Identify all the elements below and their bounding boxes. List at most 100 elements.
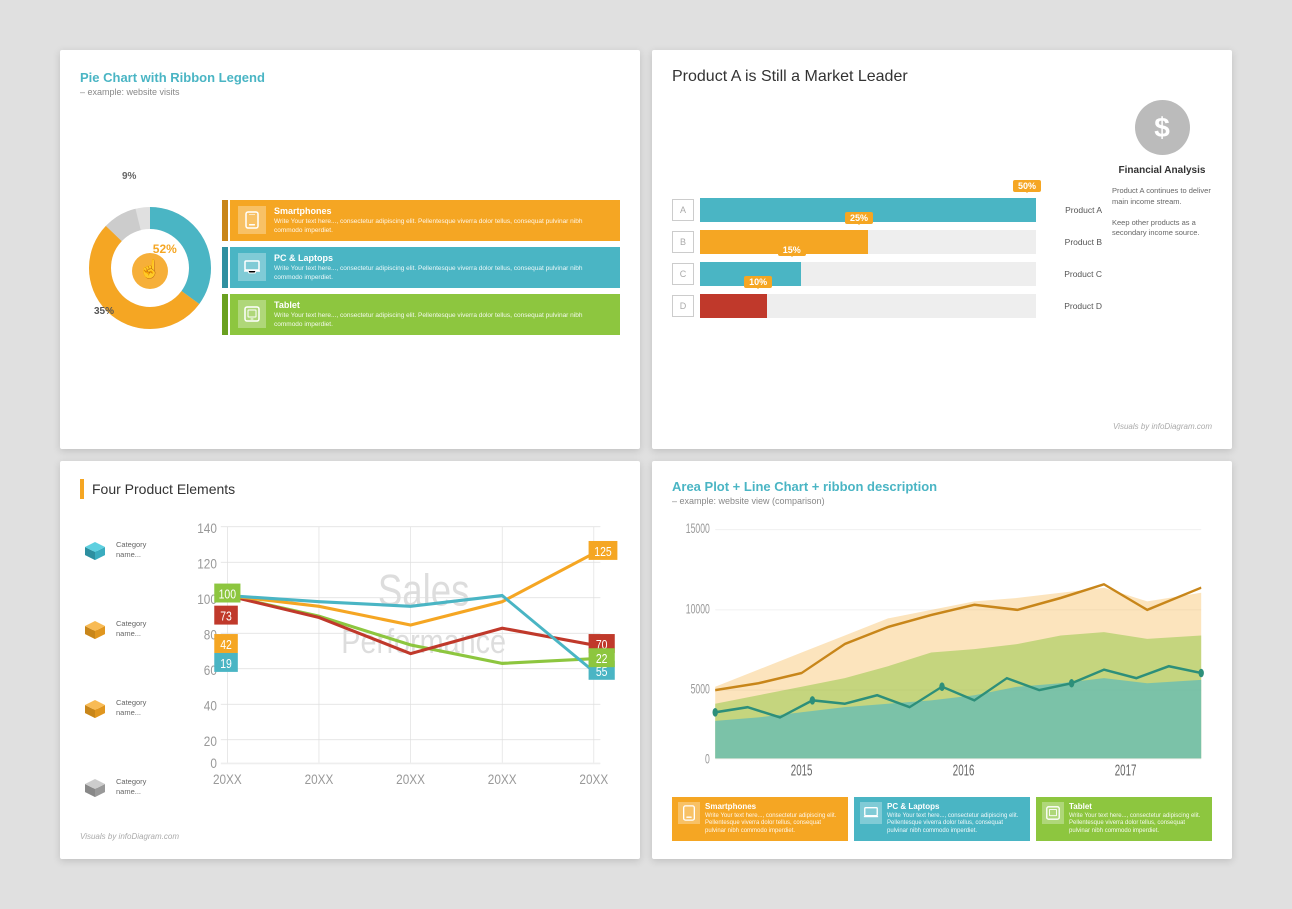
pct-label-35: 35% [94, 306, 114, 317]
slide2-watermark: Visuals by infoDiagram.com [672, 422, 1212, 431]
legend-laptops-title: PC & Laptops [887, 802, 1024, 811]
ribbon-tablet-title: Tablet [274, 300, 612, 310]
slide1-subtitle: – example: website visits [80, 87, 620, 97]
main-canvas: Pie Chart with Ribbon Legend – example: … [0, 0, 1292, 909]
svg-text:125: 125 [594, 546, 611, 559]
bar-row-a: A 50% Product A [672, 198, 1102, 222]
ribbon-tablet-desc: Write Your text here..., consectetur adi… [274, 312, 612, 329]
legend-tablet-title: Tablet [1069, 802, 1206, 811]
bar-pct-a: 50% [1013, 180, 1041, 192]
cat-item-2: Categoryname... [80, 614, 165, 644]
legend-tablet-text: Tablet Write Your text here..., consecte… [1069, 802, 1206, 836]
slide3-watermark: Visuals by infoDiagram.com [80, 832, 620, 841]
legend-smartphones-desc: Write Your text here..., consectetur adi… [705, 813, 842, 836]
cat-label-1: Categoryname... [116, 540, 146, 560]
ribbon-smartphones-desc: Write Your text here..., consectetur adi… [274, 218, 612, 235]
svg-text:120: 120 [197, 555, 217, 571]
slide-pie-chart: Pie Chart with Ribbon Legend – example: … [60, 50, 640, 449]
ribbon-smartphones: Smartphones Write Your text here..., con… [230, 200, 620, 241]
svg-text:55: 55 [596, 666, 608, 679]
pie-chart-area: ☝ 9% 52% 35% [80, 107, 220, 429]
bar-row-b: B 25% Product B [672, 230, 1102, 254]
laptop-icon [238, 253, 266, 281]
svg-text:40: 40 [204, 697, 217, 713]
svg-text:Performance: Performance [341, 621, 506, 660]
legend-laptops: PC & Laptops Write Your text here..., co… [854, 797, 1030, 841]
ribbon-laptops-desc: Write Your text here..., consectetur adi… [274, 265, 612, 282]
categories-column: Categoryname... Categoryname... [80, 511, 165, 827]
dollar-icon: $ [1135, 100, 1190, 155]
svg-text:Sales: Sales [378, 565, 470, 615]
bar-pct-d: 10% [744, 276, 772, 288]
ribbon-tablet-text: Tablet Write Your text here..., consecte… [274, 300, 612, 329]
svg-text:2016: 2016 [953, 761, 975, 779]
bar-row-d: D 10% Product D [672, 294, 1102, 318]
slide-four-products: Four Product Elements Categoryname... [60, 461, 640, 860]
slide1-title: Pie Chart with Ribbon Legend [80, 70, 620, 85]
bar-outer-b: 25% [700, 230, 1036, 254]
slide1-content: ☝ 9% 52% 35% Smartphones Write Your text [80, 107, 620, 429]
bar-letter-b: B [672, 231, 694, 253]
ribbon-laptops: PC & Laptops Write Your text here..., co… [230, 247, 620, 288]
legend-laptops-desc: Write Your text here..., consectetur adi… [887, 813, 1024, 836]
slide-product-leader: Product A is Still a Market Leader A 50%… [652, 50, 1232, 449]
bar-outer-d: 10% [700, 294, 1036, 318]
smartphone-icon [238, 206, 266, 234]
svg-text:20XX: 20XX [579, 770, 608, 786]
bar-letter-a: A [672, 199, 694, 221]
cat-icon-1 [80, 535, 110, 565]
ribbon-smartphones-title: Smartphones [274, 206, 612, 216]
svg-text:10000: 10000 [686, 602, 710, 616]
area-chart-svg: 15000 10000 5000 0 2015 2016 2017 [672, 516, 1212, 789]
bar-product-d: Product D [1042, 301, 1102, 311]
slide3-title: Four Product Elements [92, 481, 235, 497]
legend-tablet: Tablet Write Your text here..., consecte… [1036, 797, 1212, 841]
svg-text:2015: 2015 [791, 761, 813, 779]
svg-text:0: 0 [210, 755, 217, 771]
bar-fill-d: 10% [700, 294, 767, 318]
svg-text:22: 22 [596, 653, 608, 666]
cat-item-3: Categoryname... [80, 693, 165, 723]
svg-text:0: 0 [705, 752, 710, 766]
bar-product-b: Product B [1042, 237, 1102, 247]
ribbon-smartphones-text: Smartphones Write Your text here..., con… [274, 206, 612, 235]
bar-chart: A 50% Product A B 25% [672, 100, 1102, 416]
bar-pct-c: 15% [778, 244, 806, 256]
bar-row-c: C 15% Product C [672, 262, 1102, 286]
bar-pct-b: 25% [845, 212, 873, 224]
svg-text:20XX: 20XX [396, 770, 425, 786]
slide3-header: Four Product Elements [80, 479, 620, 499]
pct-label-9: 9% [122, 171, 136, 182]
slide4-subtitle: – example: website view (comparison) [672, 496, 1212, 506]
financial-desc: Product A continues to deliver main inco… [1112, 186, 1212, 239]
svg-text:140: 140 [197, 520, 217, 536]
slide2-content: A 50% Product A B 25% [672, 100, 1212, 416]
legend-smartphones-title: Smartphones [705, 802, 842, 811]
ribbon-tablet: Tablet Write Your text here..., consecte… [230, 294, 620, 335]
slide3-body: Categoryname... Categoryname... [80, 511, 620, 827]
cat-item-1: Categoryname... [80, 535, 165, 565]
bar-letter-c: C [672, 263, 694, 285]
area-chart-wrapper: 15000 10000 5000 0 2015 2016 2017 [672, 516, 1212, 789]
cat-label-3: Categoryname... [116, 698, 146, 718]
cat-label-2: Categoryname... [116, 619, 146, 639]
bar-letter-d: D [672, 295, 694, 317]
legend-tablet-icon [1042, 802, 1064, 824]
cat-item-4: Categoryname... [80, 772, 165, 802]
legend-laptops-text: PC & Laptops Write Your text here..., co… [887, 802, 1024, 836]
cat-icon-4 [80, 772, 110, 802]
svg-text:100: 100 [197, 591, 217, 607]
svg-text:5000: 5000 [691, 682, 710, 696]
legend-smartphone-icon [678, 802, 700, 824]
cat-icon-2 [80, 614, 110, 644]
svg-text:100: 100 [219, 588, 236, 601]
slide-area-plot: Area Plot + Line Chart + ribbon descript… [652, 461, 1232, 860]
legend-tablet-desc: Write Your text here..., consectetur adi… [1069, 813, 1206, 836]
ribbon-laptops-title: PC & Laptops [274, 253, 612, 263]
slide4-legend: Smartphones Write Your text here..., con… [672, 797, 1212, 841]
svg-text:20XX: 20XX [213, 770, 242, 786]
svg-text:73: 73 [220, 610, 232, 623]
svg-text:15000: 15000 [686, 522, 710, 536]
ribbon-laptops-text: PC & Laptops Write Your text here..., co… [274, 253, 612, 282]
line-chart-area: 140 120 100 80 60 40 20 0 20XX 20XX 20XX… [175, 511, 620, 827]
